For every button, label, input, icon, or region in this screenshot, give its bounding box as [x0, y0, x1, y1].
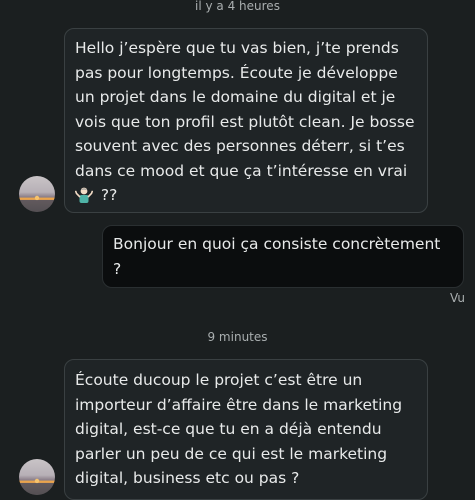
incoming-message-bubble[interactable]: Écoute ducoup le projet c’est être un im… [64, 359, 428, 500]
timestamp: 9 minutes [207, 330, 268, 344]
avatar[interactable] [19, 459, 55, 495]
message-text: Hello j’espère que tu vas bien, j’te pre… [75, 39, 415, 180]
message-text: Bonjour en quoi ça consiste concrètement… [113, 235, 441, 278]
avatar[interactable] [19, 176, 55, 212]
message-suffix: ?? [96, 186, 118, 204]
incoming-message-bubble[interactable]: Hello j’espère que tu vas bien, j’te pre… [64, 28, 428, 213]
timestamp: il y a 4 heures [195, 0, 280, 13]
message-text: Écoute ducoup le projet c’est être un im… [75, 371, 403, 487]
seen-status: Vu [450, 291, 465, 305]
conversation-view: il y a 4 heures Hello j’espère que tu va… [0, 0, 475, 500]
person-shrugging-icon [75, 185, 93, 203]
outgoing-message-bubble[interactable]: Bonjour en quoi ça consiste concrètement… [102, 225, 464, 288]
